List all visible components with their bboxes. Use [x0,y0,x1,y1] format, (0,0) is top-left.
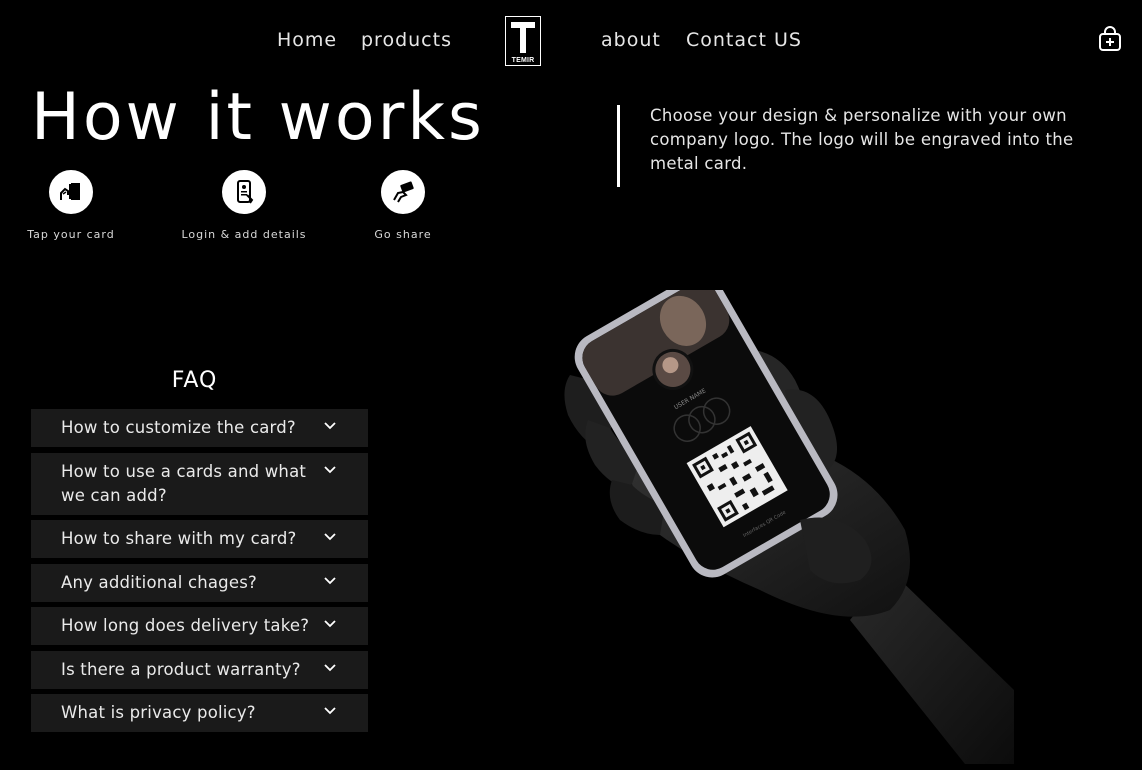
faq-item-use-cards[interactable]: How to use a cards and what we can add? [31,453,368,515]
chevron-down-icon [324,466,336,474]
chevron-down-icon [324,422,336,430]
page-title: How it works [31,80,485,155]
phone-login-icon [222,170,266,214]
step-tap-card: Tap your card [1,170,141,241]
chevron-down-icon [324,577,336,585]
nav-contact-link[interactable]: Contact US [686,29,802,51]
nav-home-link[interactable]: Home [277,29,337,51]
step-login-details: Login & add details [174,170,314,241]
nav-about-link[interactable]: about [601,29,661,51]
step-label: Go share [374,228,432,241]
faq-item-customize[interactable]: How to customize the card? [31,409,368,447]
faq-item-warranty[interactable]: Is there a product warranty? [31,651,368,689]
chevron-down-icon [324,620,336,628]
faq-question: How to share with my card? [61,529,297,548]
logo-text: TEMIR [511,57,535,64]
chevron-down-icon [324,707,336,715]
chevron-down-icon [324,664,336,672]
description-divider [617,105,620,187]
faq-question: How long does delivery take? [61,616,310,635]
tap-card-icon [49,170,93,214]
temir-logo[interactable]: TEMIR [505,16,541,66]
step-go-share: Go share [333,170,473,241]
logo-t-stem [520,27,526,53]
faq-question: What is privacy policy? [61,703,256,722]
faq-title: FAQ [171,368,218,393]
faq-item-delivery[interactable]: How long does delivery take? [31,607,368,645]
step-label: Login & add details [181,228,307,241]
chevron-down-icon [324,533,336,541]
hero-description: Choose your design & personalize with yo… [650,106,1074,173]
faq-question: Any additional chages? [61,573,257,592]
step-label: Tap your card [27,228,115,241]
nav-products-link[interactable]: products [361,29,452,51]
faq-question: How to customize the card? [61,418,296,437]
faq-question: Is there a product warranty? [61,660,301,679]
share-card-icon [381,170,425,214]
phone-in-hand-image: USER NAME Interfaces QR Code [564,290,1014,764]
faq-item-share[interactable]: How to share with my card? [31,520,368,558]
faq-item-privacy[interactable]: What is privacy policy? [31,694,368,732]
faq-question: How to use a cards and what we can add? [61,462,307,505]
faq-item-charges[interactable]: Any additional chages? [31,564,368,602]
shopping-bag-plus-icon[interactable] [1097,26,1123,52]
